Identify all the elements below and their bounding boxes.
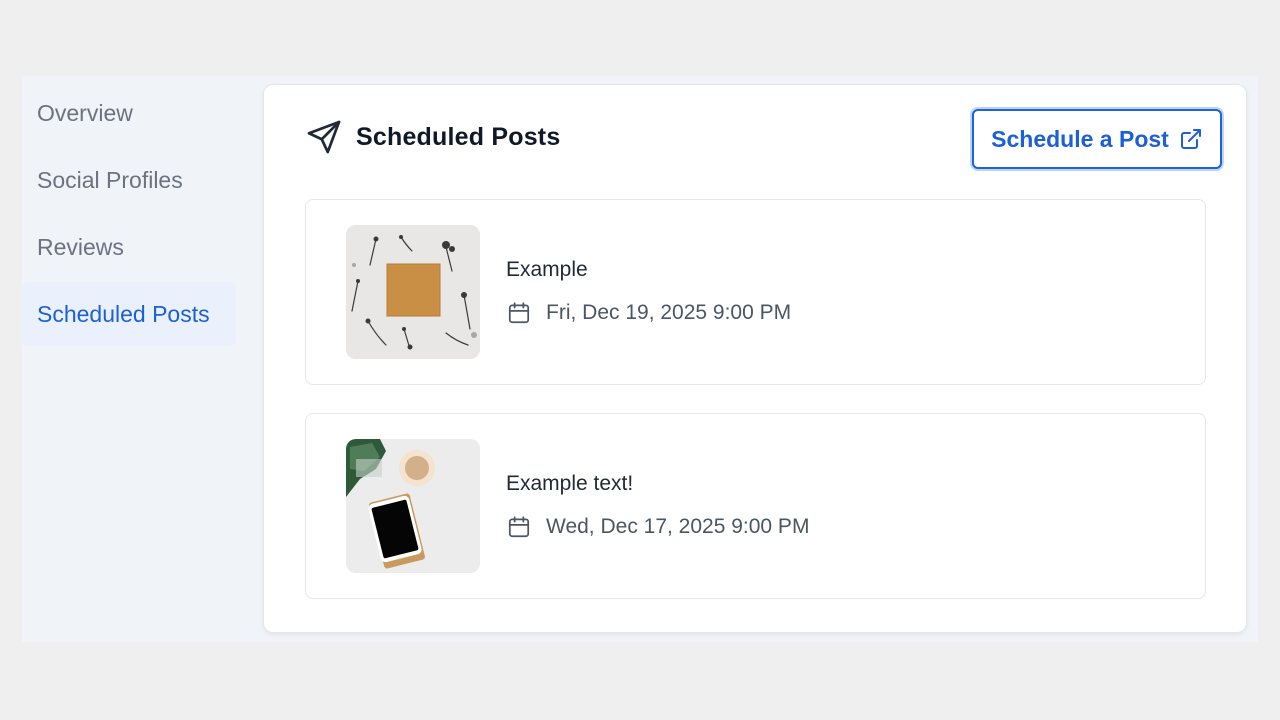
post-card[interactable]: Example text! Wed, Dec 17, 2025 9:00 PM <box>305 413 1206 599</box>
sidebar-item-label: Reviews <box>37 233 124 260</box>
sidebar-item-label: Overview <box>37 99 133 126</box>
post-date: Wed, Dec 17, 2025 9:00 PM <box>546 515 810 538</box>
sidebar: Overview Social Profiles Reviews Schedul… <box>22 76 260 642</box>
page-title: Scheduled Posts <box>356 122 561 151</box>
calendar-icon <box>506 514 532 540</box>
sidebar-item-social-profiles[interactable]: Social Profiles <box>22 148 236 212</box>
schedule-post-button-label: Schedule a Post <box>991 125 1169 152</box>
post-date-row: Fri, Dec 19, 2025 9:00 PM <box>506 300 791 326</box>
calendar-icon <box>506 300 532 326</box>
sidebar-item-scheduled-posts[interactable]: Scheduled Posts <box>22 282 236 346</box>
post-text: Example text! <box>506 472 634 495</box>
panel-header: Scheduled Posts <box>306 119 560 155</box>
send-icon <box>306 119 342 155</box>
sidebar-item-reviews[interactable]: Reviews <box>22 215 236 279</box>
external-link-icon <box>1179 127 1203 151</box>
post-thumbnail <box>346 225 480 359</box>
scheduled-posts-panel: Scheduled Posts Schedule a Post Example … <box>263 84 1247 633</box>
post-card[interactable]: Example Fri, Dec 19, 2025 9:00 PM <box>305 199 1206 385</box>
sidebar-item-overview[interactable]: Overview <box>22 81 236 145</box>
schedule-post-button[interactable]: Schedule a Post <box>972 109 1222 169</box>
post-text: Example <box>506 258 588 281</box>
sidebar-item-label: Social Profiles <box>37 166 183 193</box>
post-thumbnail <box>346 439 480 573</box>
settings-frame: Overview Social Profiles Reviews Schedul… <box>22 76 1258 642</box>
post-date-row: Wed, Dec 17, 2025 9:00 PM <box>506 514 809 540</box>
post-date: Fri, Dec 19, 2025 9:00 PM <box>546 301 792 324</box>
sidebar-item-label: Scheduled Posts <box>37 300 210 327</box>
